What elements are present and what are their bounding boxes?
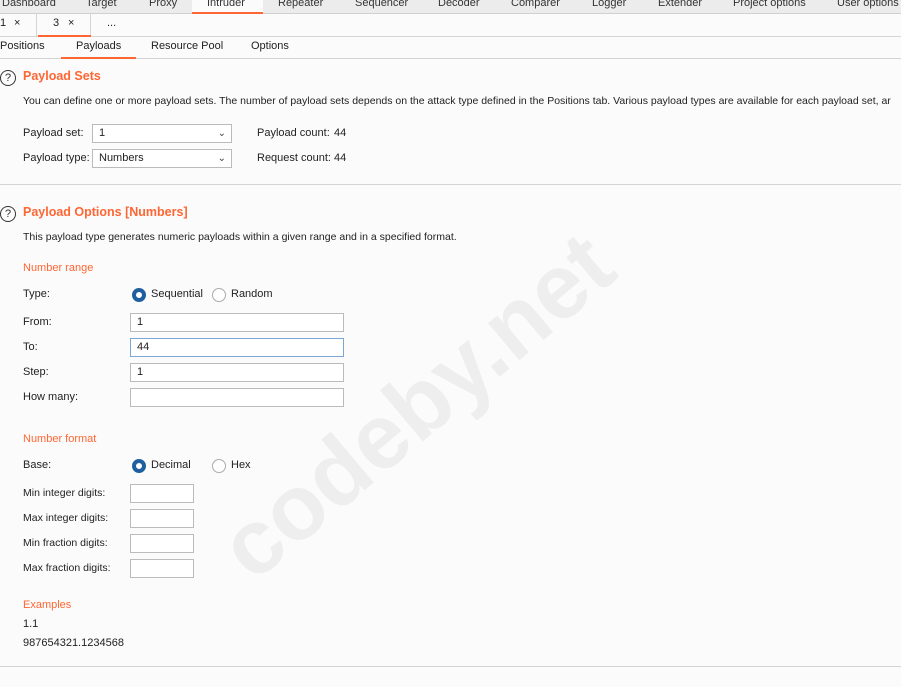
tab-dashboard[interactable]: Dashboard <box>2 0 56 9</box>
how-many-input[interactable] <box>130 388 344 407</box>
sequential-label: Sequential <box>151 288 203 300</box>
examples-heading: Examples <box>23 599 72 611</box>
hex-radio[interactable] <box>212 459 226 473</box>
number-range-heading: Number range <box>23 262 94 274</box>
selected-tab-indicator <box>61 57 136 59</box>
help-icon[interactable]: ? <box>0 70 16 86</box>
tab-repeater[interactable]: Repeater <box>278 0 323 9</box>
section-title: Payload Options [Numbers] <box>23 205 188 219</box>
selected-value: 1 <box>99 127 106 139</box>
selected-tab-indicator <box>192 12 263 14</box>
max-fraction-digits-input[interactable] <box>130 559 194 578</box>
selected-value: Numbers <box>99 152 144 164</box>
example-value: 987654321.1234568 <box>23 637 124 649</box>
sequential-radio[interactable] <box>132 288 146 302</box>
type-label: Type: <box>23 288 50 300</box>
tab-intruder[interactable]: Intruder <box>207 0 245 9</box>
close-icon[interactable]: × <box>68 17 74 29</box>
to-input[interactable]: 44 <box>130 338 344 357</box>
tab-decoder[interactable]: Decoder <box>438 0 480 9</box>
close-icon[interactable]: × <box>14 17 20 29</box>
section-title: Payload Sets <box>23 69 101 83</box>
selected-tab-indicator <box>38 35 91 37</box>
request-count-label: Request count: <box>257 152 331 164</box>
main-tab-bar: Dashboard Target Proxy Intruder Repeater… <box>0 0 901 14</box>
attack-tab-label: 3 <box>53 17 60 29</box>
tab-extender[interactable]: Extender <box>658 0 702 9</box>
payload-set-select[interactable]: 1 ⌄ <box>92 124 232 143</box>
min-integer-digits-input[interactable] <box>130 484 194 503</box>
payload-count-label: Payload count: <box>257 127 330 139</box>
section-description: This payload type generates numeric payl… <box>23 231 457 243</box>
decimal-radio[interactable] <box>132 459 146 473</box>
step-input[interactable]: 1 <box>130 363 344 382</box>
tab-resource-pool[interactable]: Resource Pool <box>151 40 223 52</box>
new-tab-label: ... <box>107 17 117 29</box>
divider <box>0 666 901 667</box>
payload-set-label: Payload set: <box>23 127 84 139</box>
random-label: Random <box>231 288 273 300</box>
hex-label: Hex <box>231 459 251 471</box>
tab-comparer[interactable]: Comparer <box>511 0 560 9</box>
max-integer-digits-label: Max integer digits: <box>23 512 109 524</box>
from-label: From: <box>23 316 52 328</box>
tab-payloads[interactable]: Payloads <box>76 40 121 52</box>
decimal-label: Decimal <box>151 459 191 471</box>
chevron-down-icon: ⌄ <box>217 128 226 139</box>
attack-tab-1[interactable]: 1 × <box>0 14 37 36</box>
step-label: Step: <box>23 366 49 378</box>
example-value: 1.1 <box>23 618 39 630</box>
tab-target[interactable]: Target <box>86 0 117 9</box>
intruder-sub-tabs: Positions Payloads Resource Pool Options <box>0 37 901 59</box>
max-integer-digits-input[interactable] <box>130 509 194 528</box>
section-description: You can define one or more payload sets.… <box>23 95 891 107</box>
number-format-heading: Number format <box>23 433 97 445</box>
base-label: Base: <box>23 459 52 471</box>
payload-type-select[interactable]: Numbers ⌄ <box>92 149 232 168</box>
payload-count-value: 44 <box>334 127 347 139</box>
request-count-value: 44 <box>334 152 347 164</box>
chevron-down-icon: ⌄ <box>217 153 226 164</box>
tab-project-options[interactable]: Project options <box>733 0 806 9</box>
help-icon[interactable]: ? <box>0 206 16 222</box>
from-input[interactable]: 1 <box>130 313 344 332</box>
to-label: To: <box>23 341 38 353</box>
random-radio[interactable] <box>212 288 226 302</box>
tab-proxy[interactable]: Proxy <box>149 0 177 9</box>
tab-positions[interactable]: Positions <box>0 40 45 52</box>
tab-options[interactable]: Options <box>251 40 289 52</box>
new-attack-tab[interactable]: ... <box>92 14 132 36</box>
payload-type-label: Payload type: <box>23 152 90 164</box>
tab-logger[interactable]: Logger <box>592 0 626 9</box>
min-fraction-digits-label: Min fraction digits: <box>23 537 108 549</box>
how-many-label: How many: <box>23 391 79 403</box>
attack-tab-3[interactable]: 3 × <box>38 14 91 37</box>
max-fraction-digits-label: Max fraction digits: <box>23 562 111 574</box>
tab-sequencer[interactable]: Sequencer <box>355 0 408 9</box>
attack-tab-bar: 1 × 3 × ... <box>0 14 901 37</box>
attack-tab-label: 1 <box>0 17 7 29</box>
tab-user-options[interactable]: User options <box>837 0 899 9</box>
divider <box>0 184 901 185</box>
min-integer-digits-label: Min integer digits: <box>23 487 106 499</box>
min-fraction-digits-input[interactable] <box>130 534 194 553</box>
